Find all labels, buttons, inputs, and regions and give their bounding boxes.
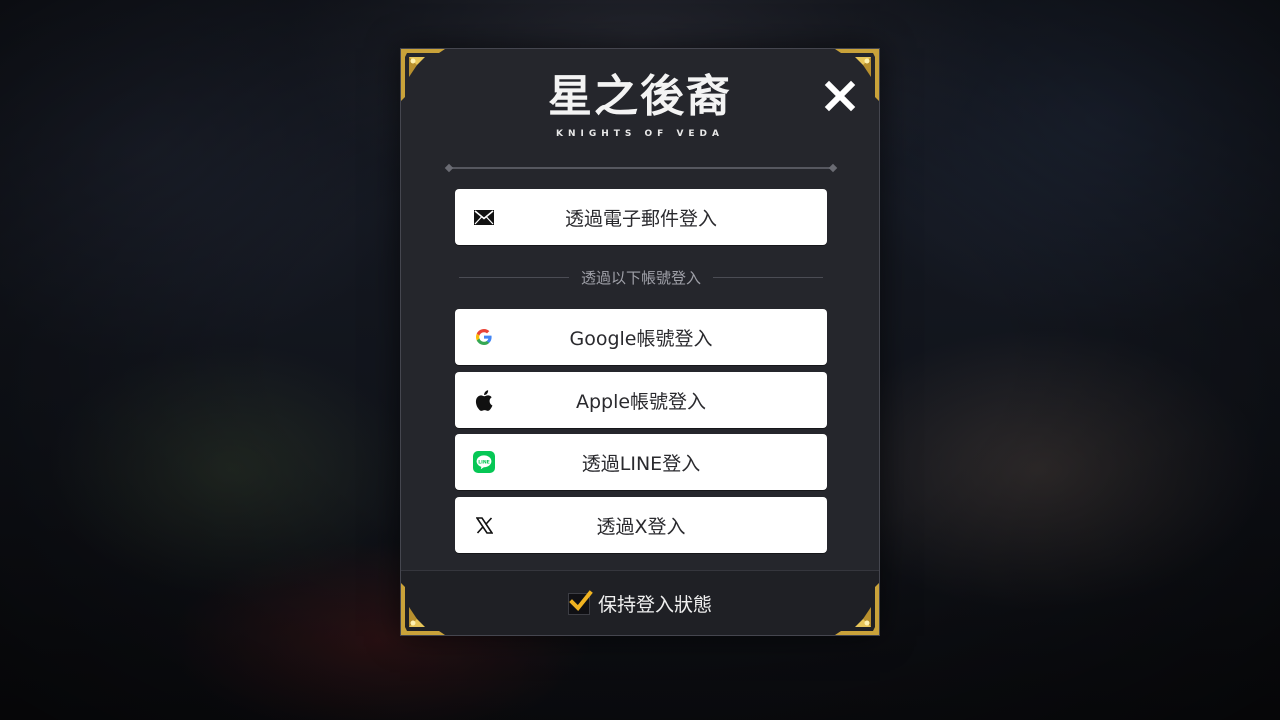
- line-icon: LINE: [473, 451, 495, 473]
- apple-login-label: Apple帳號登入: [575, 390, 707, 413]
- checkmark-icon: [569, 589, 593, 611]
- logo-title: 星之後裔: [548, 71, 732, 122]
- google-login-label: Google帳號登入: [569, 327, 713, 350]
- apple-icon: [473, 389, 495, 411]
- apple-login-button[interactable]: Apple帳號登入: [455, 372, 827, 428]
- mail-icon: [473, 206, 495, 228]
- close-icon: [824, 80, 856, 112]
- line-login-button[interactable]: LINE 透過LINE登入: [455, 434, 827, 490]
- keep-signed-in-checkbox[interactable]: [567, 589, 593, 615]
- separator-line-right: [713, 276, 824, 278]
- svg-text:LINE: LINE: [478, 459, 490, 465]
- email-login-button[interactable]: 透過電子郵件登入: [455, 189, 827, 245]
- google-icon: [473, 326, 495, 348]
- email-login-label: 透過電子郵件登入: [564, 207, 717, 230]
- x-icon: [473, 514, 495, 536]
- keep-signed-in-label: 保持登入狀態: [597, 594, 712, 616]
- close-button[interactable]: [823, 79, 857, 113]
- google-login-button[interactable]: Google帳號登入: [455, 309, 827, 365]
- logo-subtitle: KNIGHTS OF VEDA: [555, 129, 724, 139]
- x-login-button[interactable]: 透過X登入: [455, 497, 827, 553]
- keep-signed-in: 保持登入狀態: [401, 589, 879, 617]
- game-logo: 星之後裔 KNIGHTS OF VEDA: [401, 71, 879, 139]
- line-login-label: 透過LINE登入: [581, 452, 701, 475]
- separator-line-left: [459, 276, 569, 278]
- separator-label: 透過以下帳號登入: [581, 268, 702, 287]
- login-dialog: 星之後裔 KNIGHTS OF VEDA 透過電子郵件登入 透過以下帳號登入 G…: [400, 48, 880, 636]
- x-login-label: 透過X登入: [596, 515, 686, 538]
- login-options-separator: 透過以下帳號登入: [459, 267, 824, 287]
- header-divider: [449, 167, 833, 169]
